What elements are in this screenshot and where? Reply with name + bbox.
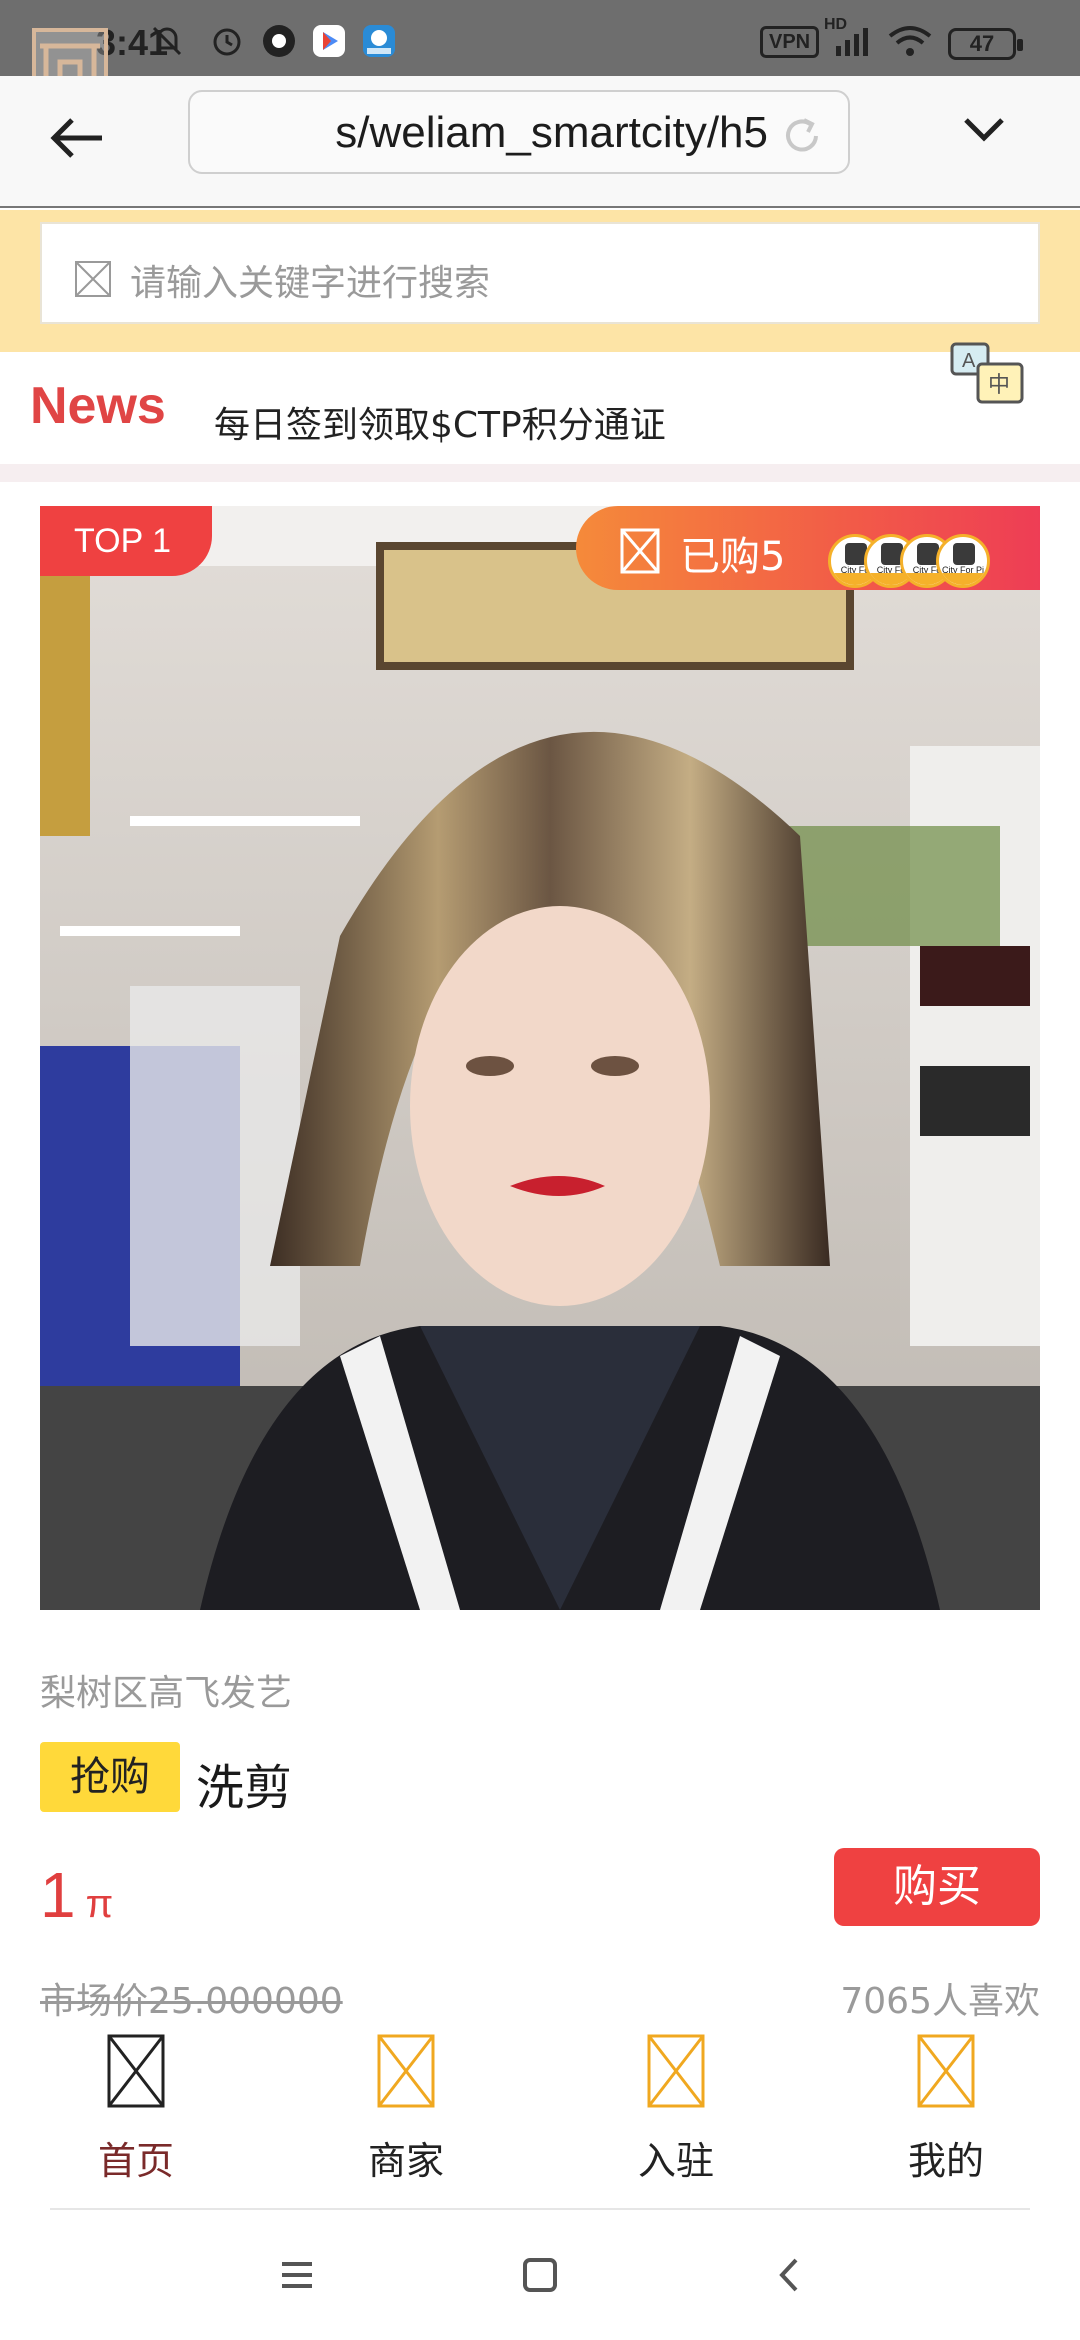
back-nav-icon[interactable] bbox=[764, 2250, 814, 2300]
search-placeholder: 请输入关键字进行搜索 bbox=[130, 263, 491, 304]
vpn-indicator: VPN bbox=[760, 26, 820, 58]
product-photo[interactable] bbox=[40, 506, 1040, 1610]
svg-text:中: 中 bbox=[988, 373, 1010, 398]
merchants-tab-icon bbox=[377, 2034, 435, 2108]
tab-label: 入驻 bbox=[637, 2139, 714, 2183]
broken-image-icon bbox=[75, 261, 111, 297]
news-ticker[interactable]: News 每日签到领取$CTP积分通证 bbox=[0, 352, 1080, 464]
signal-icon bbox=[836, 28, 868, 56]
search-input[interactable]: 请输入关键字进行搜索 bbox=[40, 222, 1040, 324]
home-tab-icon bbox=[107, 2034, 165, 2108]
news-label: News bbox=[30, 377, 166, 435]
system-navigation-bar bbox=[0, 2210, 1080, 2340]
app-badge-icon bbox=[363, 25, 395, 57]
shop-name[interactable]: 梨树区高飞发艺 bbox=[40, 1664, 292, 1716]
profile-tab-icon bbox=[917, 2034, 975, 2108]
rank-badge: TOP 1 bbox=[40, 506, 212, 576]
news-text: 每日签到领取$CTP积分通证 bbox=[214, 405, 666, 446]
bottom-tab-bar: 首页 商家 入驻 我的 bbox=[0, 2022, 1080, 2208]
product-photo-image bbox=[40, 506, 1040, 1610]
back-arrow-icon[interactable] bbox=[40, 100, 116, 176]
buyer-avatar: City For Pi bbox=[936, 534, 990, 588]
url-text: s/weliam_smartcity/h5 bbox=[335, 108, 768, 157]
join-tab-icon bbox=[647, 2034, 705, 2108]
bought-count-band: 已购5 City Fo City Fo City Fo City For Pi bbox=[576, 506, 1040, 590]
chevron-down-icon[interactable] bbox=[954, 100, 1014, 160]
likes-count: 7065人喜欢 bbox=[840, 1981, 1040, 2022]
wifi-icon bbox=[888, 26, 932, 56]
recent-apps-icon[interactable] bbox=[272, 2250, 322, 2300]
price-value: 1 bbox=[40, 1859, 76, 1931]
tab-join[interactable]: 入驻 bbox=[576, 2034, 776, 2194]
price-unit: π bbox=[85, 1882, 114, 1926]
mute-icon bbox=[152, 26, 182, 56]
rush-buy-tag: 抢购 bbox=[40, 1742, 180, 1812]
tab-merchants[interactable]: 商家 bbox=[306, 2034, 506, 2194]
tab-home[interactable]: 首页 bbox=[36, 2034, 236, 2194]
search-section: 请输入关键字进行搜索 bbox=[0, 210, 1080, 352]
url-bar[interactable]: s/weliam_smartcity/h5 bbox=[188, 90, 850, 174]
tab-label: 首页 bbox=[97, 2139, 174, 2183]
app-icon bbox=[263, 25, 295, 57]
battery-indicator: 47 bbox=[948, 28, 1023, 60]
alarm-icon bbox=[213, 28, 241, 56]
buy-button[interactable]: 购买 bbox=[834, 1848, 1040, 1926]
tab-label: 商家 bbox=[367, 2139, 444, 2183]
tab-label: 我的 bbox=[907, 2139, 984, 2183]
play-store-icon bbox=[313, 25, 345, 57]
home-nav-icon[interactable] bbox=[515, 2250, 565, 2300]
bought-count-text: 已购5 bbox=[680, 534, 786, 580]
market-price: 市场价25.000000 bbox=[40, 1981, 343, 2022]
product-price: 1π bbox=[40, 1858, 113, 1932]
svg-text:A: A bbox=[962, 350, 976, 372]
translate-icon[interactable]: A 中 bbox=[948, 340, 1028, 410]
section-divider bbox=[0, 464, 1080, 482]
tab-mine[interactable]: 我的 bbox=[846, 2034, 1046, 2194]
browser-toolbar: s/weliam_smartcity/h5 bbox=[0, 76, 1080, 208]
product-title[interactable]: 洗剪 bbox=[196, 1748, 292, 1818]
broken-image-icon bbox=[620, 528, 660, 574]
status-bar: 3:41 VPN HD 47 bbox=[0, 0, 1080, 76]
reload-icon[interactable] bbox=[780, 114, 824, 158]
